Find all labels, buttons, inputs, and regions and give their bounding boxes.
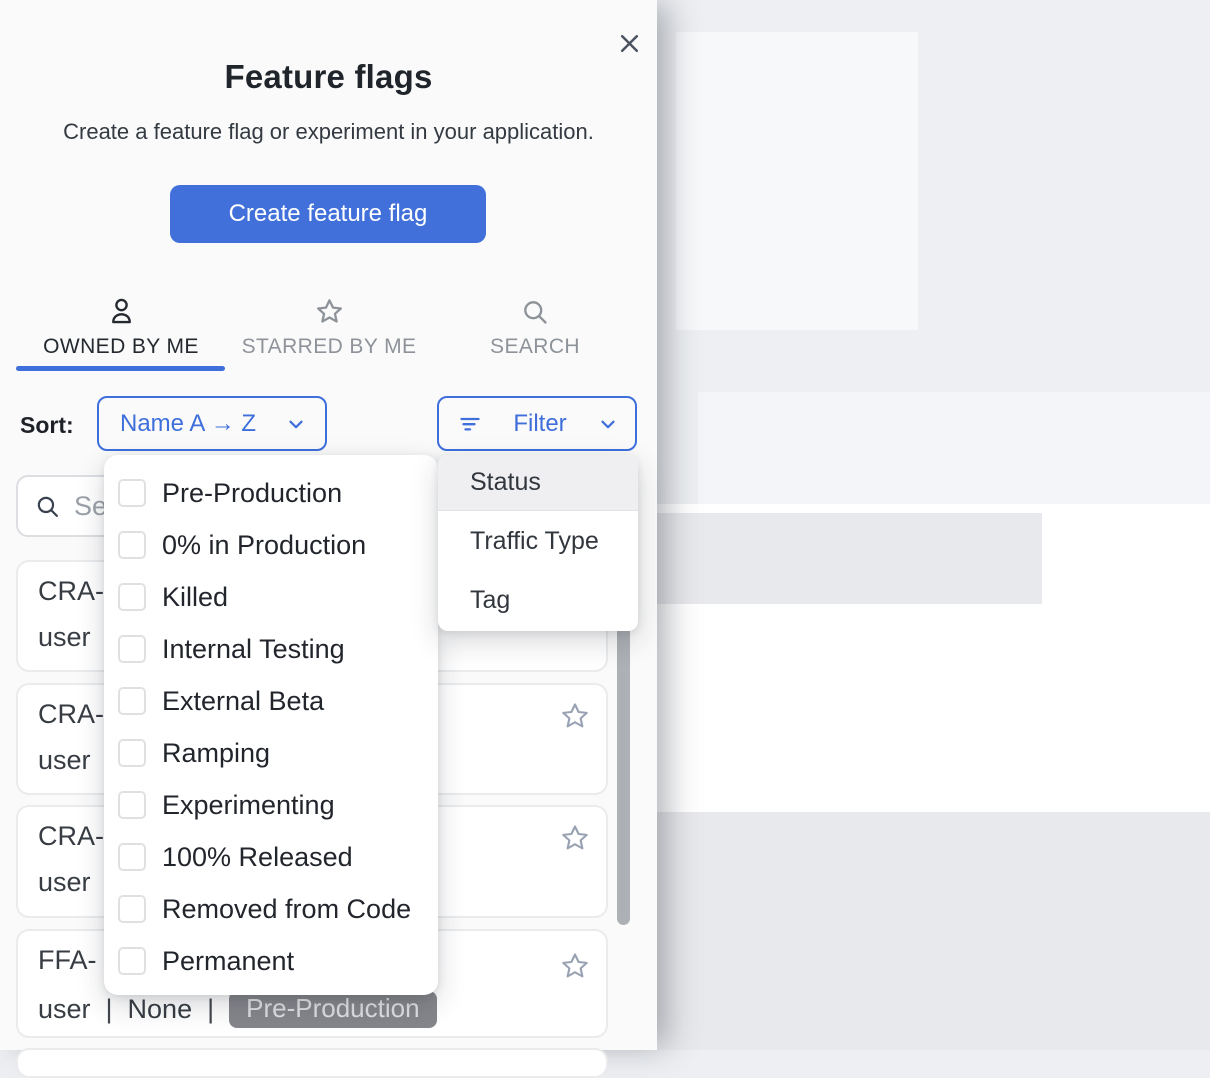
star-button[interactable]: [558, 699, 592, 733]
flag-card-partial[interactable]: [16, 1048, 608, 1078]
menu-item-permanent[interactable]: Permanent: [104, 935, 438, 987]
active-tab-underline: [16, 366, 225, 371]
sort-label: Sort:: [20, 412, 74, 439]
menu-item-label: Removed from Code: [162, 894, 411, 925]
separator: |: [207, 994, 214, 1025]
menu-item-label: Status: [470, 468, 541, 497]
menu-item-pre-production[interactable]: Pre-Production: [104, 467, 438, 519]
background-page: [657, 0, 1210, 1050]
star-button[interactable]: [558, 821, 592, 855]
checkbox[interactable]: [118, 635, 146, 663]
flag-name: FFA-: [38, 945, 97, 976]
checkbox[interactable]: [118, 739, 146, 767]
menu-item-label: 100% Released: [162, 842, 353, 873]
checkbox[interactable]: [118, 479, 146, 507]
star-icon: [560, 823, 590, 853]
menu-item-100-released[interactable]: 100% Released: [104, 831, 438, 883]
menu-item-ramping[interactable]: Ramping: [104, 727, 438, 779]
filter-category-menu: Status Traffic Type Tag: [438, 455, 638, 631]
filter-icon: [457, 412, 483, 436]
checkbox[interactable]: [118, 531, 146, 559]
menu-item-removed-from-code[interactable]: Removed from Code: [104, 883, 438, 935]
menu-item-label: Ramping: [162, 738, 270, 769]
flag-name: CRA-: [38, 576, 104, 607]
tab-label: STARRED BY ME: [242, 335, 417, 359]
flag-name: CRA-: [38, 821, 104, 852]
person-icon: [108, 296, 135, 326]
star-icon: [560, 951, 590, 981]
flag-name: CRA-: [38, 699, 104, 730]
menu-item-label: 0% in Production: [162, 530, 366, 561]
background-gray-block: [657, 513, 1042, 604]
filter-category-tag[interactable]: Tag: [438, 571, 638, 630]
checkbox[interactable]: [118, 895, 146, 923]
traffic-type: user: [38, 745, 91, 776]
star-icon: [315, 296, 344, 326]
checkbox[interactable]: [118, 947, 146, 975]
checkbox[interactable]: [118, 791, 146, 819]
menu-item-label: Internal Testing: [162, 634, 345, 665]
tab-starred-by-me[interactable]: STARRED BY ME: [226, 296, 432, 368]
traffic-type: user: [38, 994, 91, 1025]
chevron-down-icon: [597, 413, 619, 435]
menu-item-label: Killed: [162, 582, 228, 613]
menu-item-label: Experimenting: [162, 790, 335, 821]
chevron-down-icon: [285, 413, 307, 435]
feature-flags-panel: Feature flags Create a feature flag or e…: [0, 0, 657, 1050]
tab-label: OWNED BY ME: [43, 335, 199, 359]
scrollbar-thumb[interactable]: [617, 590, 630, 925]
search-icon: [35, 494, 60, 519]
create-feature-flag-label: Create feature flag: [229, 200, 428, 228]
status-filter-menu: Pre-Production 0% in Production Killed I…: [104, 455, 438, 995]
traffic-type: user: [38, 867, 91, 898]
status-badge: Pre-Production: [229, 991, 436, 1028]
search-icon: [521, 296, 549, 326]
background-white-section: [657, 604, 1210, 812]
menu-item-killed[interactable]: Killed: [104, 571, 438, 623]
menu-item-label: External Beta: [162, 686, 324, 717]
tab-search[interactable]: SEARCH: [452, 296, 618, 368]
filter-button[interactable]: Filter: [437, 396, 637, 451]
traffic-type: user: [38, 622, 91, 653]
star-icon: [560, 701, 590, 731]
menu-item-0-in-production[interactable]: 0% in Production: [104, 519, 438, 571]
checkbox[interactable]: [118, 583, 146, 611]
filter-label: Filter: [513, 410, 566, 438]
close-icon: [617, 31, 642, 56]
menu-item-label: Pre-Production: [162, 478, 342, 509]
background-placeholder-block: [676, 32, 918, 330]
filter-category-traffic-type[interactable]: Traffic Type: [438, 511, 638, 571]
sort-dropdown-button[interactable]: Name A → Z: [97, 396, 327, 451]
tab-owned-by-me[interactable]: OWNED BY ME: [16, 296, 226, 368]
page-description: Create a feature flag or experiment in y…: [0, 119, 657, 145]
checkbox[interactable]: [118, 687, 146, 715]
background-placeholder-strip: [698, 392, 1210, 504]
menu-item-label: Permanent: [162, 946, 294, 977]
filter-category-status[interactable]: Status: [438, 455, 638, 511]
sort-value: Name A → Z: [120, 410, 256, 438]
menu-item-external-beta[interactable]: External Beta: [104, 675, 438, 727]
separator: |: [106, 994, 113, 1025]
close-button[interactable]: [612, 26, 646, 60]
menu-item-internal-testing[interactable]: Internal Testing: [104, 623, 438, 675]
page-title: Feature flags: [0, 58, 657, 96]
rollout-value: None: [128, 994, 193, 1025]
menu-item-label: Tag: [470, 586, 510, 615]
star-button[interactable]: [558, 949, 592, 983]
tab-label: SEARCH: [490, 335, 580, 359]
checkbox[interactable]: [118, 843, 146, 871]
menu-item-label: Traffic Type: [470, 527, 599, 556]
background-gray-footer: [657, 812, 1210, 1050]
menu-item-experimenting[interactable]: Experimenting: [104, 779, 438, 831]
create-feature-flag-button[interactable]: Create feature flag: [170, 185, 486, 243]
